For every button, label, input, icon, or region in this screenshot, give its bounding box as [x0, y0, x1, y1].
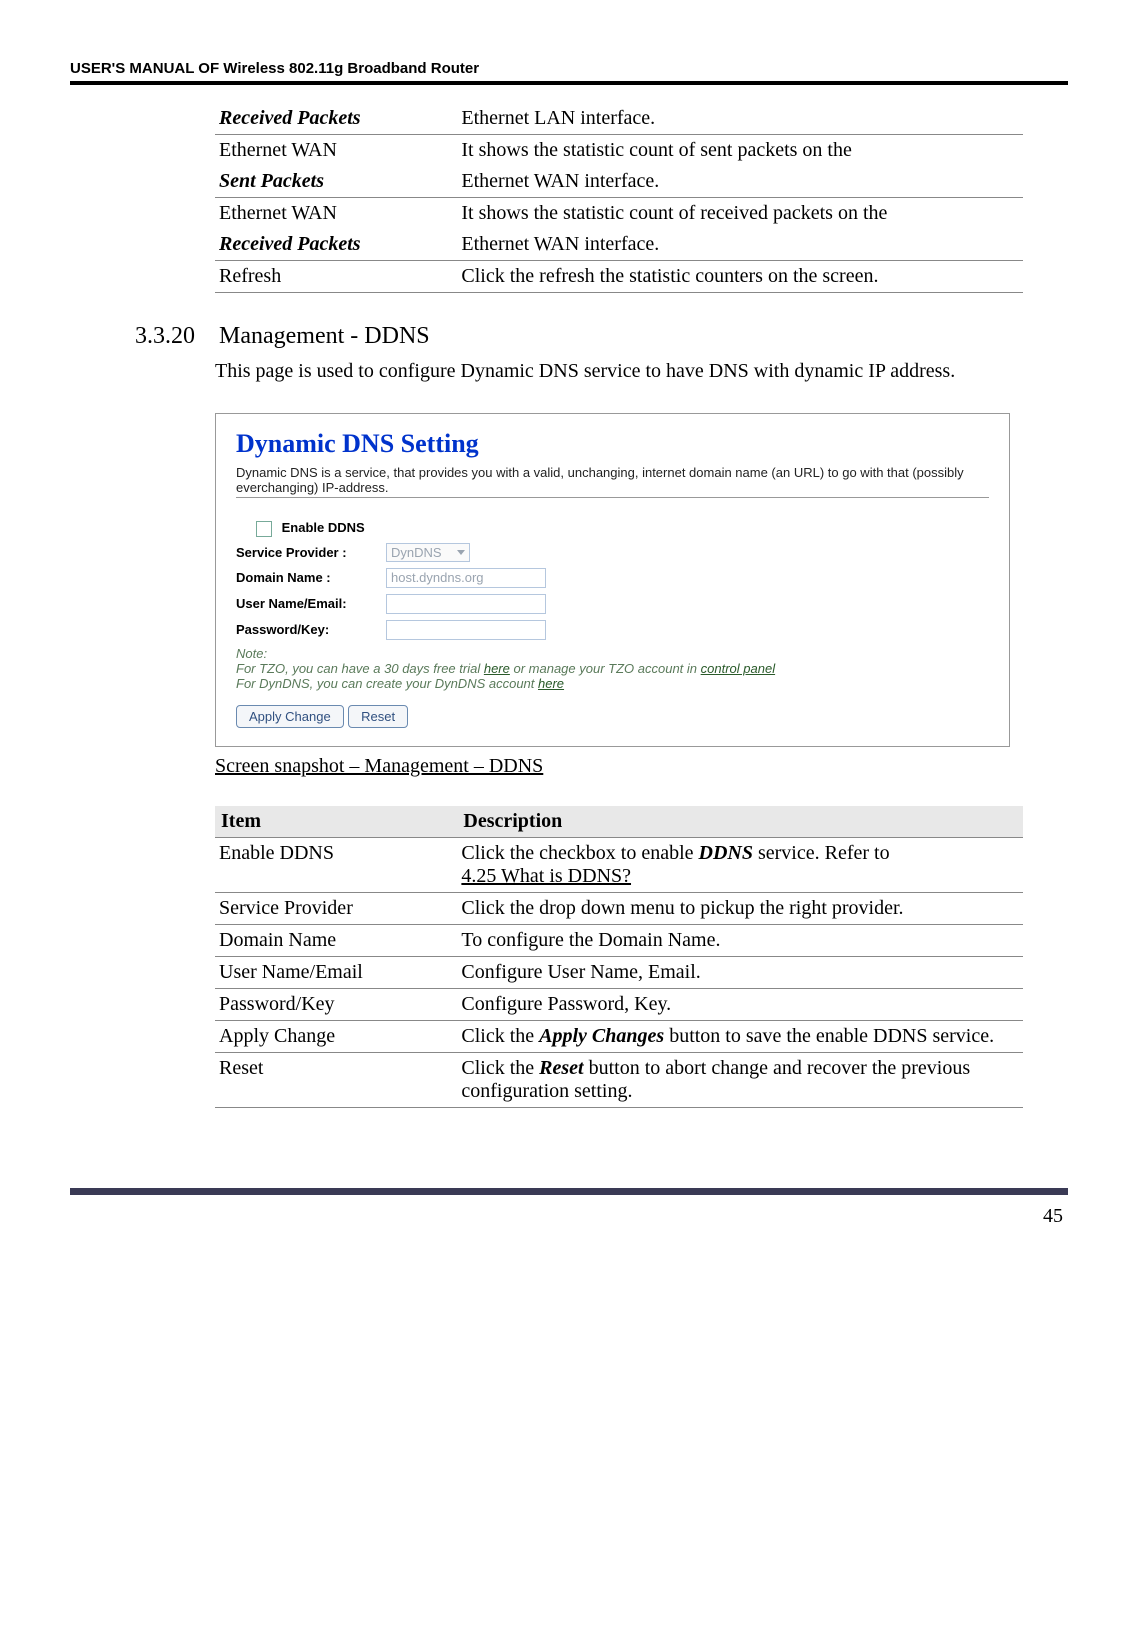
page-header: USER'S MANUAL OF Wireless 802.11g Broadb…	[70, 60, 1068, 77]
header-rule	[70, 81, 1068, 85]
section-title: Management - DDNS	[219, 323, 430, 349]
row-desc: To configure the Domain Name.	[457, 924, 1023, 956]
section-number: 3.3.20	[135, 323, 215, 350]
enable-ddns-text: Enable DDNS	[282, 520, 365, 535]
row-label: Sent Packets	[219, 170, 324, 192]
row-item: Password/Key	[215, 988, 457, 1020]
row-desc: Configure Password, Key.	[457, 988, 1023, 1020]
row-item: Reset	[215, 1052, 457, 1107]
row-label: Refresh	[219, 265, 281, 287]
reset-button[interactable]: Reset	[348, 705, 408, 728]
panel-description: Dynamic DNS is a service, that provides …	[236, 465, 989, 495]
text: button to save the enable DDNS service.	[664, 1025, 994, 1047]
service-provider-select[interactable]: DynDNS	[386, 543, 470, 562]
row-desc: It shows the statistic count of received…	[457, 198, 1023, 230]
row-desc: Ethernet LAN interface.	[457, 103, 1023, 135]
row-desc: Click the drop down menu to pickup the r…	[457, 892, 1023, 924]
ddns-items-table: Item Description Enable DDNS Click the c…	[215, 806, 1023, 1108]
tzo-control-panel-link[interactable]: control panel	[701, 661, 775, 676]
row-item: Apply Change	[215, 1020, 457, 1052]
tzo-trial-link[interactable]: here	[484, 661, 510, 676]
row-desc: Click the refresh the statistic counters…	[457, 261, 1023, 293]
row-item: Service Provider	[215, 892, 457, 924]
domain-name-input[interactable]: host.dyndns.org	[386, 568, 546, 588]
note-text: For TZO, you can have a 30 days free tri…	[236, 661, 484, 676]
row-desc: Ethernet WAN interface.	[457, 166, 1023, 198]
footer-rule	[70, 1188, 1068, 1195]
text: Click the checkbox to enable	[461, 842, 698, 864]
col-header-item: Item	[215, 806, 457, 838]
enable-ddns-label: Enable DDNS	[256, 520, 386, 537]
top-definitions-table: Received Packets Ethernet LAN interface.…	[215, 103, 1023, 293]
text: Click the	[461, 1025, 539, 1047]
note-line2: For DynDNS, you can create your DynDNS a…	[236, 676, 564, 691]
username-email-label: User Name/Email:	[236, 596, 386, 611]
text: service. Refer to	[753, 842, 890, 864]
password-key-input[interactable]	[386, 620, 546, 640]
emph: Reset	[539, 1057, 583, 1079]
panel-title: Dynamic DNS Setting	[236, 429, 989, 459]
note-text: or manage your TZO account in	[510, 661, 701, 676]
note-heading: Note:	[236, 646, 989, 661]
apply-change-button[interactable]: Apply Change	[236, 705, 344, 728]
row-desc: Click the checkbox to enable DDNS servic…	[457, 837, 1023, 892]
note-line1: For TZO, you can have a 30 days free tri…	[236, 661, 775, 676]
text: Click the	[461, 1057, 539, 1079]
screenshot-caption: Screen snapshot – Management – DDNS	[215, 755, 1068, 778]
row-desc: It shows the statistic count of sent pac…	[457, 135, 1023, 167]
row-label: Ethernet WAN	[219, 139, 337, 161]
row-item: Enable DDNS	[215, 837, 457, 892]
note-text: For DynDNS, you can create your DynDNS a…	[236, 676, 538, 691]
dyndns-create-link[interactable]: here	[538, 676, 564, 691]
note-block: Note: For TZO, you can have a 30 days fr…	[236, 646, 989, 691]
what-is-ddns-link[interactable]: 4.25 What is DDNS?	[461, 865, 631, 887]
domain-name-label: Domain Name :	[236, 570, 386, 585]
row-label: Received Packets	[219, 107, 361, 129]
service-provider-label: Service Provider :	[236, 545, 386, 560]
row-desc: Configure User Name, Email.	[457, 956, 1023, 988]
username-email-input[interactable]	[386, 594, 546, 614]
emph: Apply Changes	[539, 1025, 664, 1047]
password-key-label: Password/Key:	[236, 622, 386, 637]
section-body: This page is used to configure Dynamic D…	[215, 354, 1008, 388]
row-label: Ethernet WAN	[219, 202, 337, 224]
col-header-description: Description	[457, 806, 1023, 838]
row-desc: Click the Apply Changes button to save t…	[457, 1020, 1023, 1052]
enable-ddns-checkbox[interactable]	[256, 521, 272, 537]
row-label: Received Packets	[219, 233, 361, 255]
row-item: User Name/Email	[215, 956, 457, 988]
row-desc: Click the Reset button to abort change a…	[457, 1052, 1023, 1107]
emph: DDNS	[699, 842, 753, 864]
page-number: 45	[70, 1205, 1068, 1228]
row-desc: Ethernet WAN interface.	[457, 229, 1023, 261]
ddns-settings-panel: Dynamic DNS Setting Dynamic DNS is a ser…	[215, 413, 1010, 747]
row-item: Domain Name	[215, 924, 457, 956]
panel-rule	[236, 497, 989, 498]
